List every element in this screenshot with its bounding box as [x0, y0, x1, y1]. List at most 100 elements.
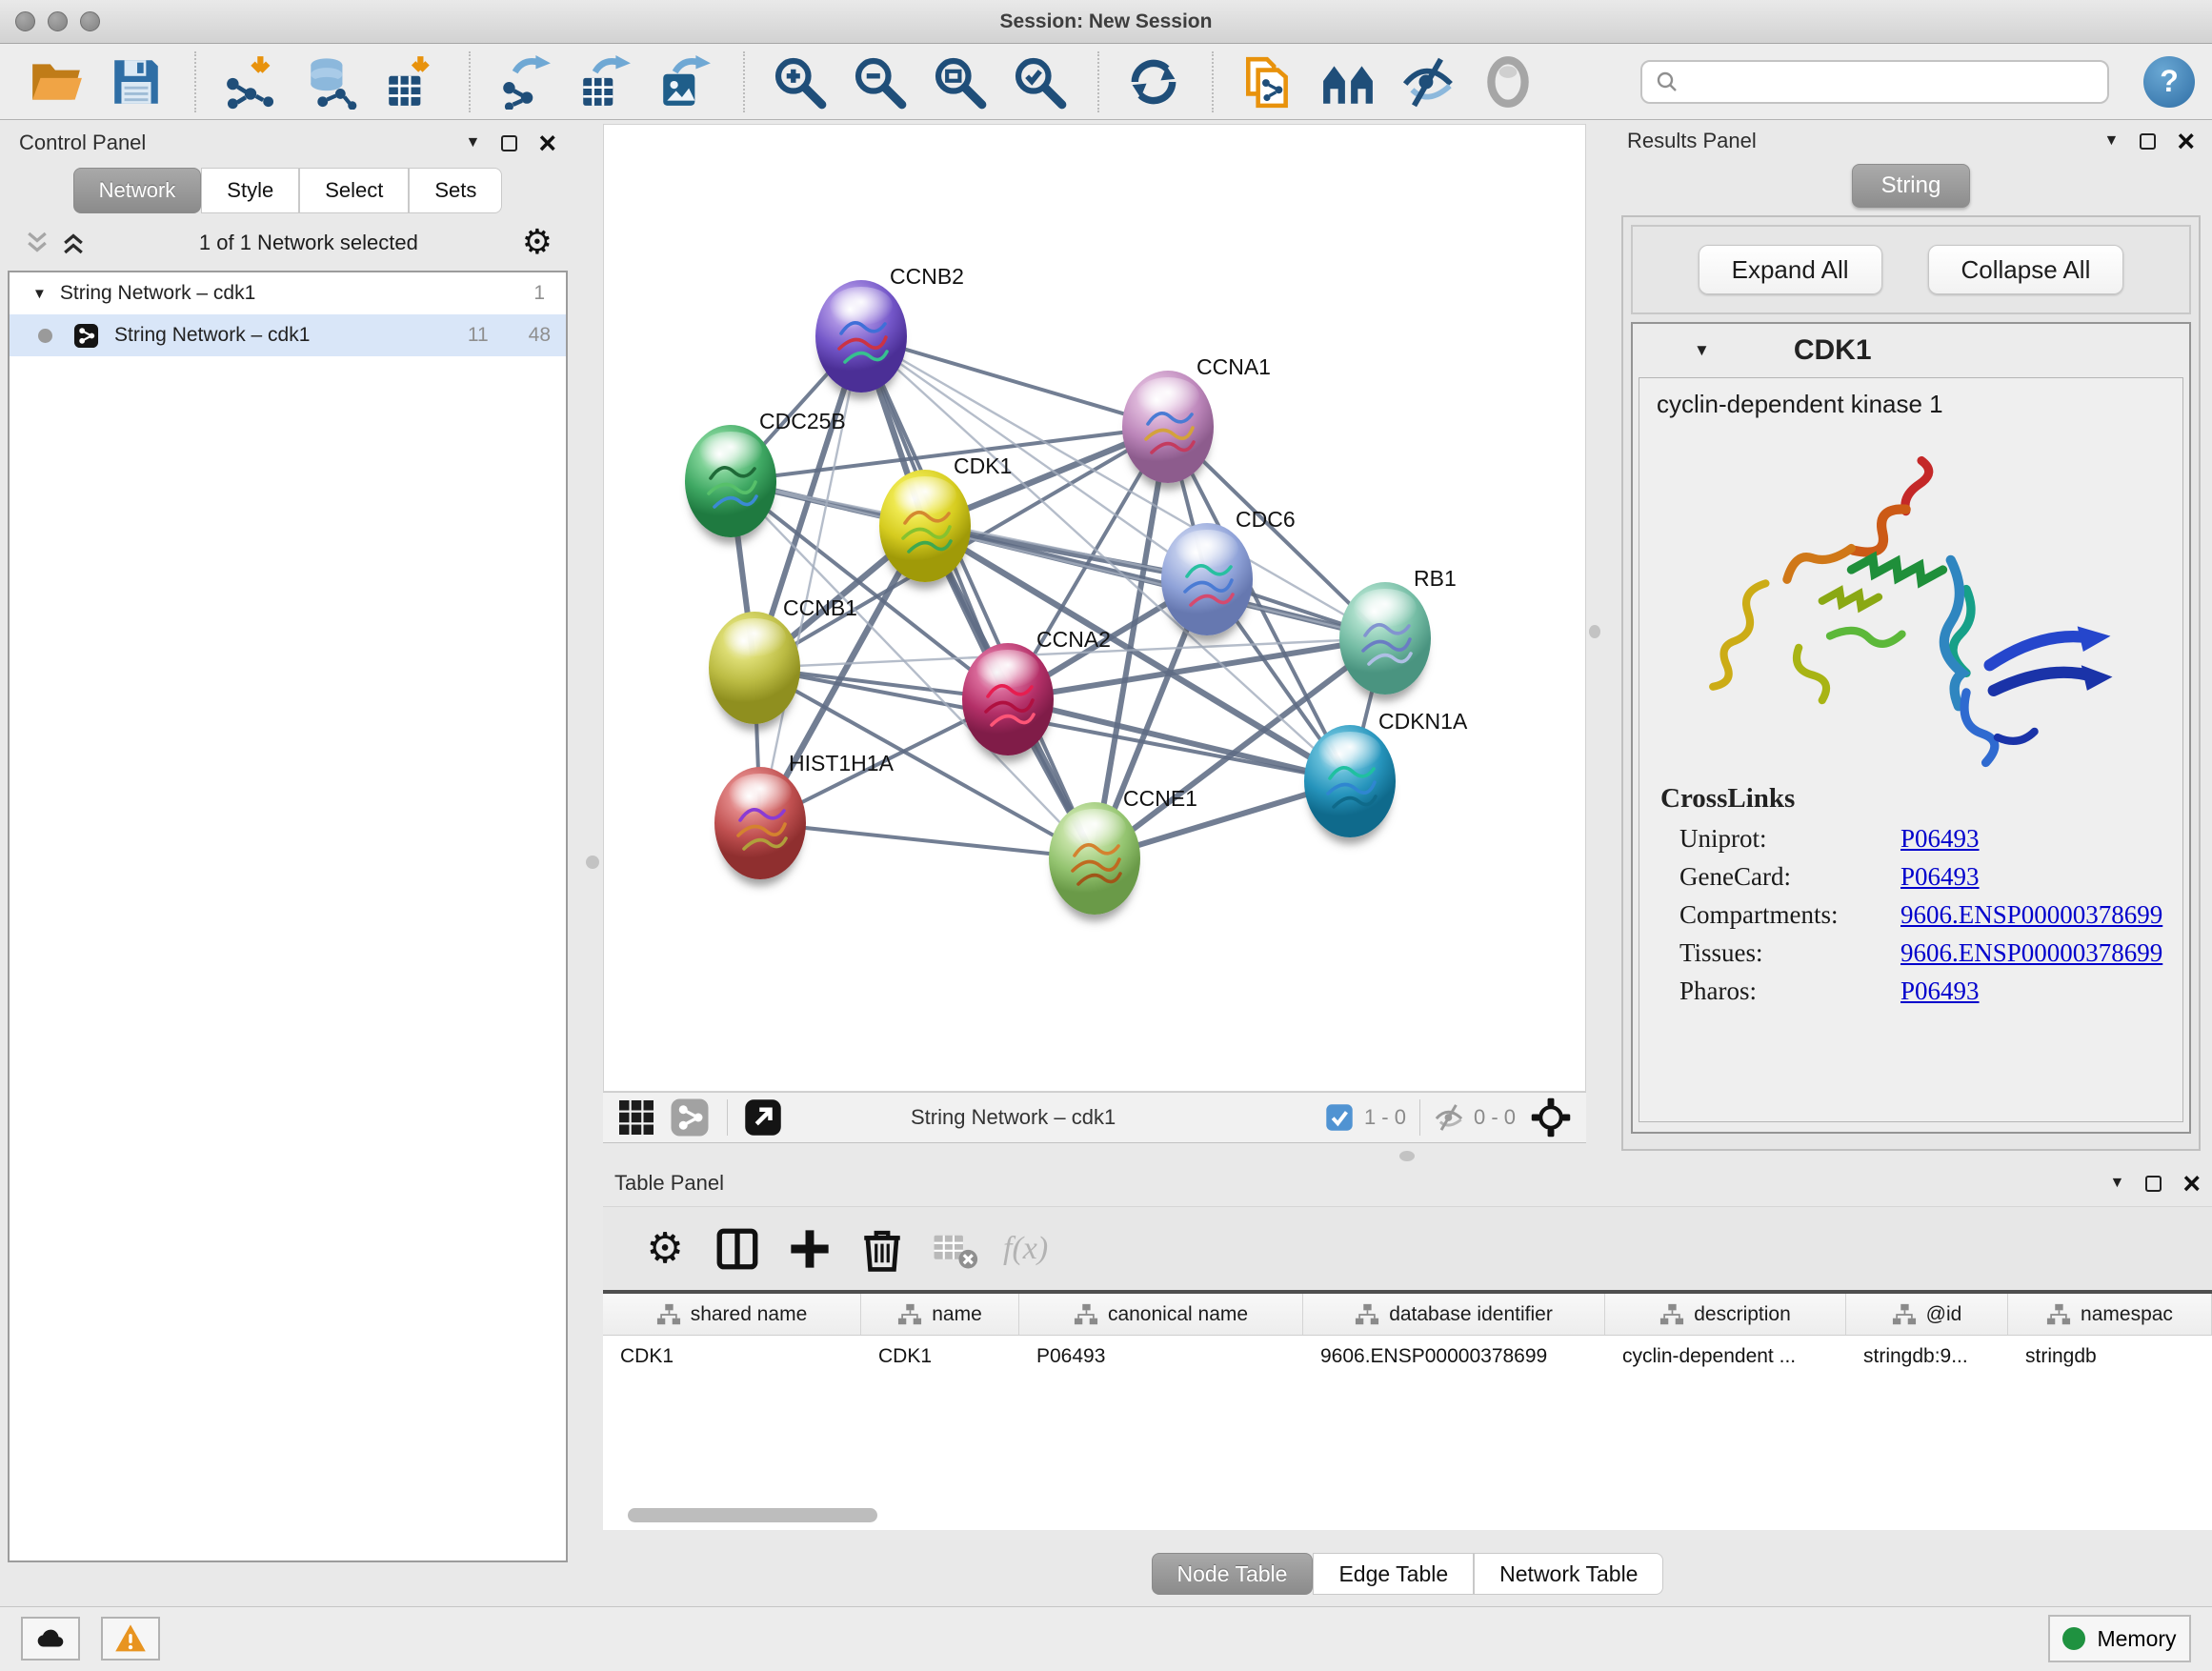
crosslink-row: Pharos:P06493: [1679, 976, 2182, 1006]
tab-sets[interactable]: Sets: [409, 168, 502, 213]
tab-node-table[interactable]: Node Table: [1152, 1553, 1314, 1595]
network-node-CDK1[interactable]: [879, 470, 971, 582]
add-column-button[interactable]: [786, 1225, 834, 1273]
network-node-RB1[interactable]: [1339, 582, 1431, 695]
main-toolbar: ?: [0, 44, 2212, 120]
function-builder-button[interactable]: f(x): [1003, 1225, 1048, 1273]
search-input[interactable]: [1680, 64, 2107, 100]
import-network-from-database-button[interactable]: [303, 54, 358, 110]
float-panel-icon[interactable]: [501, 135, 517, 151]
column-tree-icon: [1892, 1302, 1917, 1327]
string-overview-button[interactable]: [670, 1097, 710, 1137]
open-view-in-window-button[interactable]: [743, 1097, 783, 1137]
node-gloss: [723, 618, 785, 656]
networks-from-clipboard-button[interactable]: [1240, 54, 1296, 110]
save-session-button[interactable]: [109, 54, 164, 110]
export-table-button[interactable]: [577, 54, 633, 110]
close-panel-icon[interactable]: ×: [2182, 1176, 2201, 1192]
crosslinks-heading: CrossLinks: [1660, 783, 2182, 815]
network-row-selected[interactable]: String Network – cdk1 11 48: [10, 314, 566, 356]
column-header-description[interactable]: description: [1605, 1294, 1846, 1335]
zoom-selected-button[interactable]: [1012, 54, 1067, 110]
close-panel-icon[interactable]: ×: [2177, 133, 2195, 150]
network-node-CDKN1A[interactable]: [1304, 725, 1396, 837]
crosslink-link[interactable]: P06493: [1900, 976, 1980, 1006]
float-panel-icon[interactable]: [2145, 1176, 2162, 1192]
first-neighbors-button[interactable]: [1320, 54, 1376, 110]
column-header-id[interactable]: @id: [1846, 1294, 2008, 1335]
vertical-splitter-handle[interactable]: [586, 856, 599, 869]
help-button[interactable]: ?: [2143, 56, 2195, 108]
network-collection-row[interactable]: ▼ String Network – cdk1 1: [10, 272, 566, 314]
network-node-CCNE1[interactable]: [1049, 802, 1140, 915]
apply-preferred-layout-button[interactable]: [1126, 54, 1181, 110]
hidden-eye-icon[interactable]: [1434, 1102, 1464, 1133]
birdseye-view-icon[interactable]: [1531, 1097, 1571, 1137]
network-canvas[interactable]: CCNB2CCNA1CDC25BCDK1CDC6RB1CCNB1CCNA2CDK…: [603, 124, 1586, 1092]
column-header-namespac[interactable]: namespac: [2008, 1294, 2212, 1335]
expand-all-button[interactable]: Expand All: [1699, 245, 1882, 294]
edge-CCNB2-CCNA1[interactable]: [861, 336, 1168, 427]
export-network-button[interactable]: [497, 54, 553, 110]
network-options-gear-icon[interactable]: ⚙: [522, 226, 553, 260]
tab-string[interactable]: String: [1852, 164, 1971, 208]
panel-menu-icon[interactable]: ▼: [2109, 1175, 2124, 1192]
network-node-CCNA1[interactable]: [1122, 371, 1214, 483]
network-node-HIST1H1A[interactable]: [714, 767, 806, 879]
tab-network-table[interactable]: Network Table: [1474, 1553, 1663, 1595]
protein-section-header[interactable]: ▼ CDK1: [1633, 324, 2189, 377]
zoom-fit-button[interactable]: [932, 54, 987, 110]
grid-mode-icon: [616, 1097, 656, 1137]
table-row[interactable]: CDK1CDK1P064939606.ENSP00000378699cyclin…: [603, 1336, 2212, 1378]
tab-network[interactable]: Network: [73, 168, 202, 213]
close-panel-icon[interactable]: ×: [538, 135, 556, 151]
memory-button[interactable]: Memory: [2048, 1615, 2191, 1662]
import-table-button[interactable]: [383, 54, 438, 110]
collection-expand-icon[interactable]: ▼: [32, 286, 47, 302]
section-expand-icon[interactable]: ▼: [1694, 341, 1710, 360]
node-count: 11: [468, 324, 489, 347]
vertical-splitter-handle[interactable]: [1589, 625, 1600, 638]
network-node-CCNB1[interactable]: [709, 612, 800, 724]
network-node-CCNA2[interactable]: [962, 643, 1054, 755]
column-header-canonical-name[interactable]: canonical name: [1019, 1294, 1303, 1335]
cloud-status-button[interactable]: [21, 1617, 80, 1661]
crosslink-link[interactable]: 9606.ENSP00000378699: [1900, 938, 2162, 968]
zoom-in-button[interactable]: [772, 54, 827, 110]
open-session-button[interactable]: [29, 54, 84, 110]
column-header-shared-name[interactable]: shared name: [603, 1294, 861, 1335]
tab-edge-table[interactable]: Edge Table: [1313, 1553, 1474, 1595]
network-node-CCNB2[interactable]: [815, 280, 907, 393]
column-header-database-identifier[interactable]: database identifier: [1303, 1294, 1605, 1335]
network-node-CDC6[interactable]: [1161, 523, 1253, 635]
import-network-button[interactable]: [223, 54, 278, 110]
toggle-panes-button[interactable]: [714, 1225, 761, 1273]
collapse-all-networks-icon[interactable]: [23, 229, 51, 257]
show-all-button[interactable]: [1480, 54, 1536, 110]
zoom-out-button[interactable]: [852, 54, 907, 110]
crosslink-link[interactable]: P06493: [1900, 824, 1980, 854]
crosslink-link[interactable]: P06493: [1900, 862, 1980, 892]
horizontal-scrollbar[interactable]: [628, 1508, 877, 1522]
crosslink-link[interactable]: 9606.ENSP00000378699: [1900, 900, 2162, 930]
protein-name: CDK1: [1794, 334, 1872, 367]
tab-style[interactable]: Style: [201, 168, 299, 213]
export-image-button[interactable]: [657, 54, 713, 110]
column-header-name[interactable]: name: [861, 1294, 1019, 1335]
tab-select[interactable]: Select: [299, 168, 409, 213]
panel-menu-icon[interactable]: ▼: [465, 134, 480, 151]
panel-menu-icon[interactable]: ▼: [2103, 132, 2119, 150]
float-panel-icon[interactable]: [2140, 133, 2156, 150]
collapse-all-button[interactable]: Collapse All: [1928, 245, 2124, 294]
warnings-button[interactable]: [101, 1617, 160, 1661]
table-settings-button[interactable]: ⚙: [641, 1225, 689, 1273]
clear-table-button[interactable]: [931, 1225, 978, 1273]
grid-mode-button[interactable]: [616, 1097, 656, 1137]
network-node-CDC25B[interactable]: [685, 425, 776, 537]
horizontal-splitter-handle[interactable]: [1399, 1151, 1415, 1161]
edge-CCNB2-CCNE1[interactable]: [861, 336, 1095, 858]
expand-all-networks-icon[interactable]: [59, 229, 88, 257]
selected-checkbox-icon[interactable]: [1324, 1102, 1355, 1133]
delete-column-button[interactable]: [858, 1225, 906, 1273]
hide-selected-button[interactable]: [1400, 54, 1456, 110]
